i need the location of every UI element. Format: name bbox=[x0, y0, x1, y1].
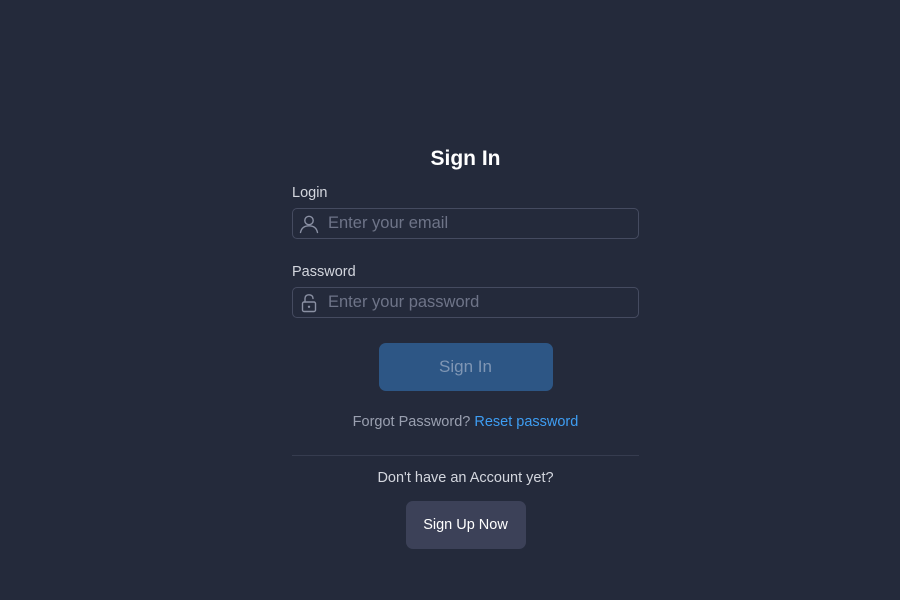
password-label: Password bbox=[292, 264, 356, 280]
sign-in-button[interactable]: Sign In bbox=[378, 343, 553, 391]
lock-icon bbox=[298, 292, 320, 314]
password-field[interactable] bbox=[292, 287, 639, 318]
reset-password-link[interactable]: Reset password bbox=[474, 414, 578, 430]
forgot-password-text: Forgot Password? bbox=[352, 414, 475, 430]
email-input[interactable] bbox=[328, 209, 633, 238]
sign-in-page: Sign In Login Password Sig bbox=[0, 0, 900, 600]
form-title: Sign In bbox=[430, 147, 501, 170]
user-icon bbox=[298, 213, 320, 235]
password-input[interactable] bbox=[328, 288, 633, 317]
login-label: Login bbox=[292, 185, 328, 201]
no-account-text: Don't have an Account yet? bbox=[377, 470, 554, 486]
sign-in-form: Sign In Login Password Sig bbox=[292, 146, 639, 549]
divider bbox=[292, 455, 639, 456]
login-field[interactable] bbox=[292, 208, 639, 239]
sign-up-button[interactable]: Sign Up Now bbox=[405, 501, 526, 549]
forgot-password-row: Forgot Password? Reset password bbox=[292, 413, 639, 431]
